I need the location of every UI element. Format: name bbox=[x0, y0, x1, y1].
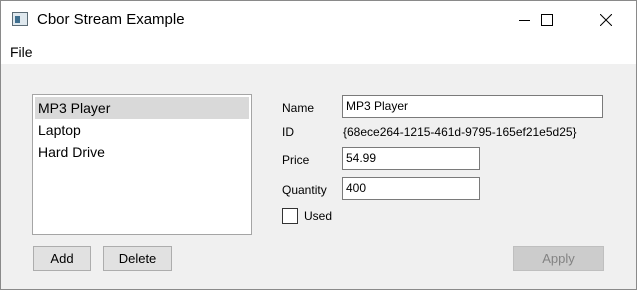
id-label: ID bbox=[282, 125, 294, 139]
app-window-icon bbox=[12, 12, 28, 26]
list-item[interactable]: Hard Drive bbox=[35, 141, 249, 163]
apply-button[interactable]: Apply bbox=[513, 246, 604, 271]
app-window: Cbor Stream Example File MP3 Player Lapt… bbox=[0, 0, 637, 290]
item-list[interactable]: MP3 Player Laptop Hard Drive bbox=[32, 94, 252, 235]
close-icon bbox=[600, 13, 612, 26]
name-label: Name bbox=[282, 101, 315, 115]
list-item[interactable]: Laptop bbox=[35, 119, 249, 141]
menu-file[interactable]: File bbox=[10, 44, 33, 60]
price-field[interactable]: 54.99 bbox=[342, 147, 480, 170]
window-title: Cbor Stream Example bbox=[37, 11, 185, 28]
close-button[interactable] bbox=[583, 1, 629, 38]
list-item[interactable]: MP3 Player bbox=[35, 97, 249, 119]
quantity-label: Quantity bbox=[282, 183, 327, 197]
used-checkbox[interactable] bbox=[282, 208, 298, 224]
title-bar[interactable]: Cbor Stream Example bbox=[1, 1, 636, 38]
used-label[interactable]: Used bbox=[304, 209, 332, 223]
delete-button[interactable]: Delete bbox=[103, 246, 172, 271]
quantity-field[interactable]: 400 bbox=[342, 177, 480, 200]
main-panel: MP3 Player Laptop Hard Drive Add Delete … bbox=[1, 64, 636, 289]
add-button[interactable]: Add bbox=[33, 246, 91, 271]
id-value: {68ece264-1215-461d-9795-165ef21e5d25} bbox=[343, 125, 577, 139]
maximize-button[interactable] bbox=[524, 1, 570, 38]
name-field[interactable]: MP3 Player bbox=[342, 95, 603, 118]
menu-bar: File bbox=[1, 38, 636, 64]
maximize-icon bbox=[541, 13, 553, 26]
price-label: Price bbox=[282, 153, 310, 167]
